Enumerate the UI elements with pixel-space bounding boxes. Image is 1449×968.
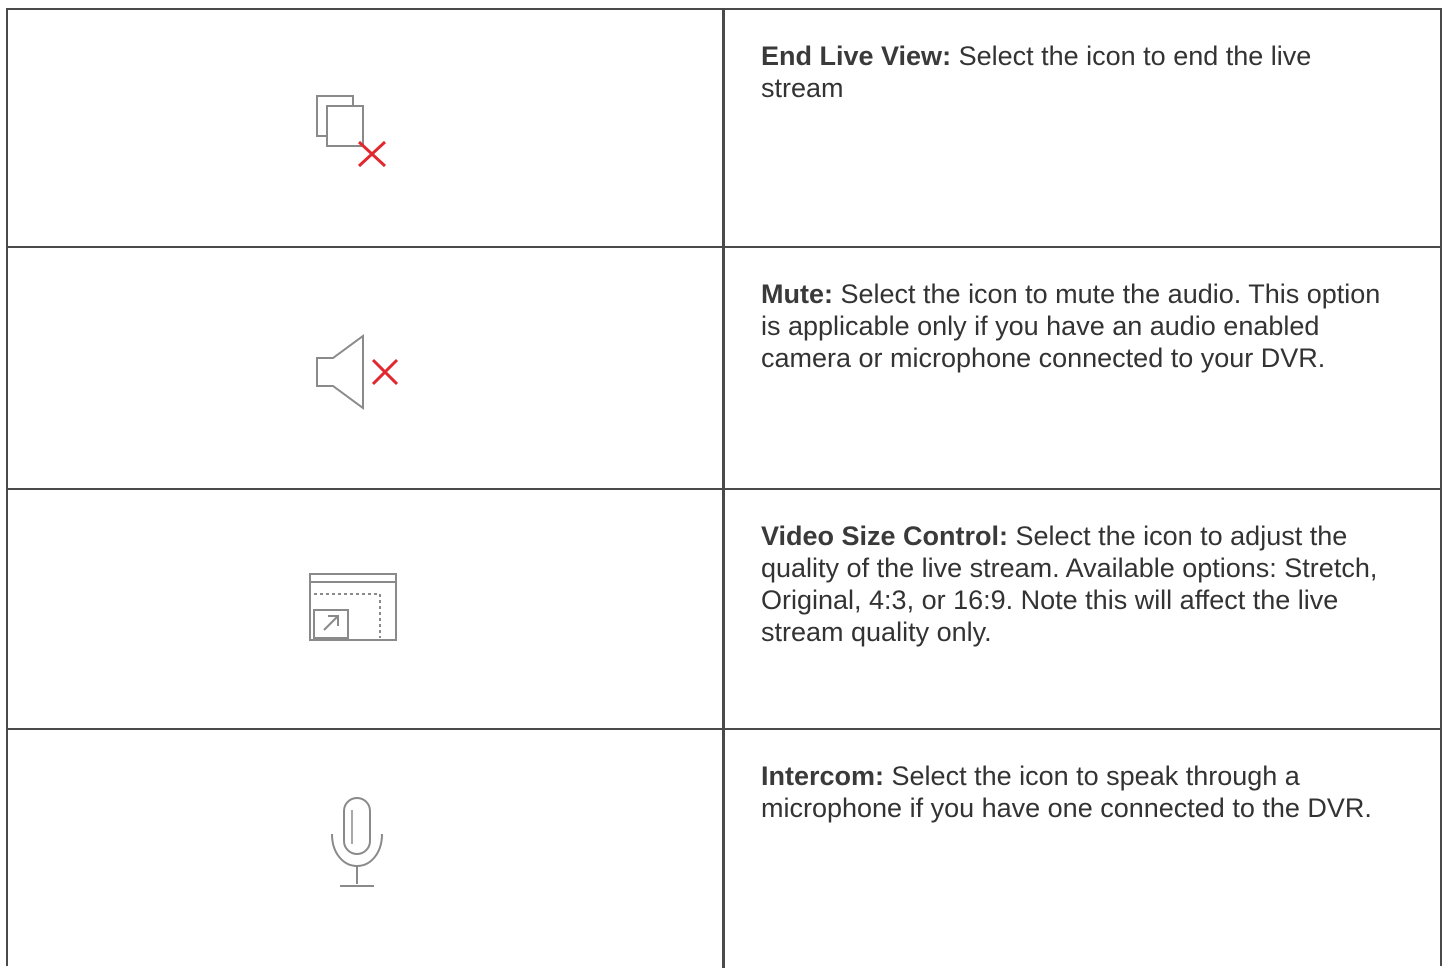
row-title: Intercom: [761, 761, 885, 791]
icon-reference-table: End Live View: Select the icon to end th… [6, 8, 1442, 968]
description-cell: Video Size Control: Select the icon to a… [725, 490, 1440, 728]
row-description: Select the icon to mute the audio. This … [761, 279, 1381, 373]
table-row: Mute: Select the icon to mute the audio.… [8, 248, 1440, 490]
table-row: End Live View: Select the icon to end th… [8, 10, 1440, 248]
table-row: Intercom: Select the icon to speak throu… [8, 730, 1440, 968]
description-cell: Mute: Select the icon to mute the audio.… [725, 248, 1440, 488]
icon-cell [8, 10, 725, 246]
icon-cell [8, 490, 725, 728]
description-cell: End Live View: Select the icon to end th… [725, 10, 1440, 246]
table-row: Video Size Control: Select the icon to a… [8, 490, 1440, 730]
row-title: End Live View: [761, 41, 952, 71]
mute-icon [316, 334, 399, 410]
end-live-view-icon [316, 95, 387, 168]
row-title: Mute: [761, 279, 833, 309]
row-title: Video Size Control: [761, 521, 1009, 551]
description-cell: Intercom: Select the icon to speak throu… [725, 730, 1440, 968]
icon-cell [8, 730, 725, 968]
microphone-icon [331, 797, 383, 887]
video-size-control-icon [309, 573, 397, 641]
icon-cell [8, 248, 725, 488]
